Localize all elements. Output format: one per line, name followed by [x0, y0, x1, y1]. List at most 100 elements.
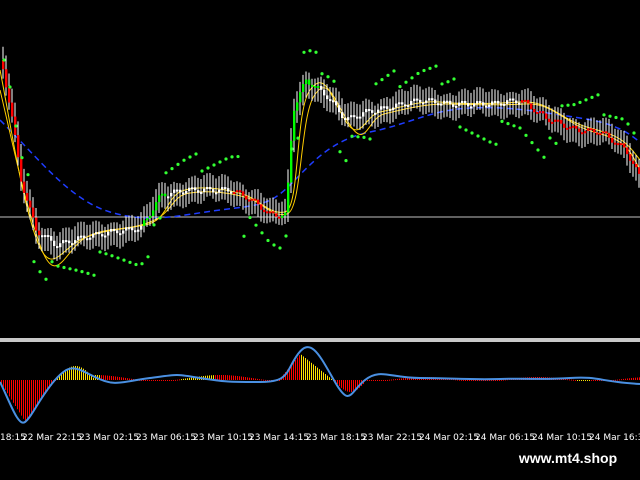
candle-body	[473, 103, 476, 107]
histogram-bar	[117, 376, 118, 380]
psar-dot	[596, 93, 600, 97]
histogram-bar	[593, 380, 594, 381]
psar-dot	[62, 265, 66, 270]
candle-body	[578, 128, 581, 133]
candle-body	[182, 192, 185, 195]
histogram-bar	[255, 378, 256, 380]
histogram-bar	[121, 377, 122, 380]
histogram-bar	[501, 379, 502, 381]
candle-body	[233, 192, 236, 195]
candle-body	[626, 147, 629, 155]
psar-dot	[188, 155, 192, 159]
candle-body	[41, 235, 44, 238]
psar-dot	[398, 84, 402, 89]
candle-body	[623, 143, 626, 148]
candle-body	[467, 103, 470, 107]
candle-body	[368, 109, 371, 112]
histogram-bar	[309, 361, 310, 380]
histogram-bar	[585, 380, 586, 381]
histogram-bar	[351, 380, 352, 392]
histogram-bar	[129, 378, 130, 380]
histogram-bar	[391, 379, 392, 381]
time-label: 23 Mar 14:15	[249, 433, 310, 443]
candle-body	[269, 211, 272, 214]
candle-body	[251, 198, 254, 201]
histogram-bar	[185, 378, 186, 380]
histogram-bar	[123, 377, 124, 380]
psar-dot	[410, 76, 414, 80]
psar-dot	[302, 50, 306, 54]
psar-dot	[422, 68, 426, 73]
psar-dot	[356, 135, 360, 139]
psar-dot	[206, 166, 210, 170]
candle-body	[275, 213, 278, 217]
histogram-bar	[239, 376, 240, 380]
histogram-bar	[345, 380, 346, 391]
candle-body	[38, 230, 41, 236]
histogram-bar	[469, 380, 470, 381]
candle-body	[209, 187, 212, 190]
candle-body	[422, 102, 425, 105]
histogram-bar	[265, 379, 266, 381]
candle-body	[476, 101, 479, 104]
histogram-bar	[631, 378, 632, 380]
candle-body	[581, 132, 584, 135]
histogram-bar	[253, 378, 254, 380]
psar-dot	[572, 103, 576, 107]
histogram-bar	[497, 380, 498, 381]
histogram-bar	[597, 380, 598, 381]
candle-body	[32, 207, 35, 218]
candle-body	[206, 187, 209, 190]
time-label: 23 Mar 06:15	[136, 433, 197, 443]
candle-body	[119, 233, 122, 236]
histogram-bar	[241, 376, 242, 380]
histogram-bar	[343, 380, 344, 390]
candle-body	[434, 99, 437, 104]
psar-dot	[14, 124, 18, 128]
candle-body	[20, 157, 23, 182]
histogram-bar	[155, 380, 156, 381]
histogram-bar	[635, 377, 636, 380]
histogram-bar	[313, 364, 314, 380]
candle-body	[176, 189, 179, 192]
candle-body	[140, 225, 143, 230]
histogram-bar	[465, 380, 466, 381]
candle-body	[347, 117, 350, 121]
price-chart[interactable]	[0, 0, 640, 338]
candle-body	[302, 84, 305, 93]
candle-body	[68, 240, 71, 244]
psar-dot	[32, 260, 36, 264]
oscillator-pane[interactable]	[0, 342, 640, 430]
candle-body	[128, 227, 131, 230]
candle-body	[380, 106, 383, 110]
candle-body	[392, 107, 395, 111]
candle-body	[254, 198, 257, 201]
psar-dot	[26, 173, 30, 177]
candle-body	[155, 202, 158, 211]
histogram-bar	[189, 377, 190, 380]
histogram-bar	[261, 379, 262, 381]
candle-body	[113, 229, 116, 232]
candle-body	[599, 133, 602, 136]
candle-body	[134, 230, 137, 233]
histogram-bar	[13, 380, 14, 403]
histogram-bar	[377, 380, 378, 381]
histogram-bar	[383, 380, 384, 381]
candle-body	[311, 84, 314, 87]
histogram-bar	[177, 379, 178, 381]
candle-body	[491, 101, 494, 105]
histogram-bar	[595, 380, 596, 381]
histogram-bar	[321, 370, 322, 380]
candle-body	[353, 115, 356, 118]
candle-body	[629, 154, 632, 161]
psar-dot	[614, 115, 618, 120]
chart-window[interactable]: 18:15 22 Mar 22:15 23 Mar 02:15 23 Mar 0…	[0, 0, 640, 480]
histogram-bar	[93, 377, 94, 380]
histogram-bar	[183, 378, 184, 380]
histogram-bar	[103, 375, 104, 380]
candle-body	[413, 98, 416, 102]
psar-dot	[380, 78, 384, 82]
candle-body	[410, 101, 413, 106]
candle-body	[35, 217, 38, 231]
psar-dot	[548, 136, 552, 140]
